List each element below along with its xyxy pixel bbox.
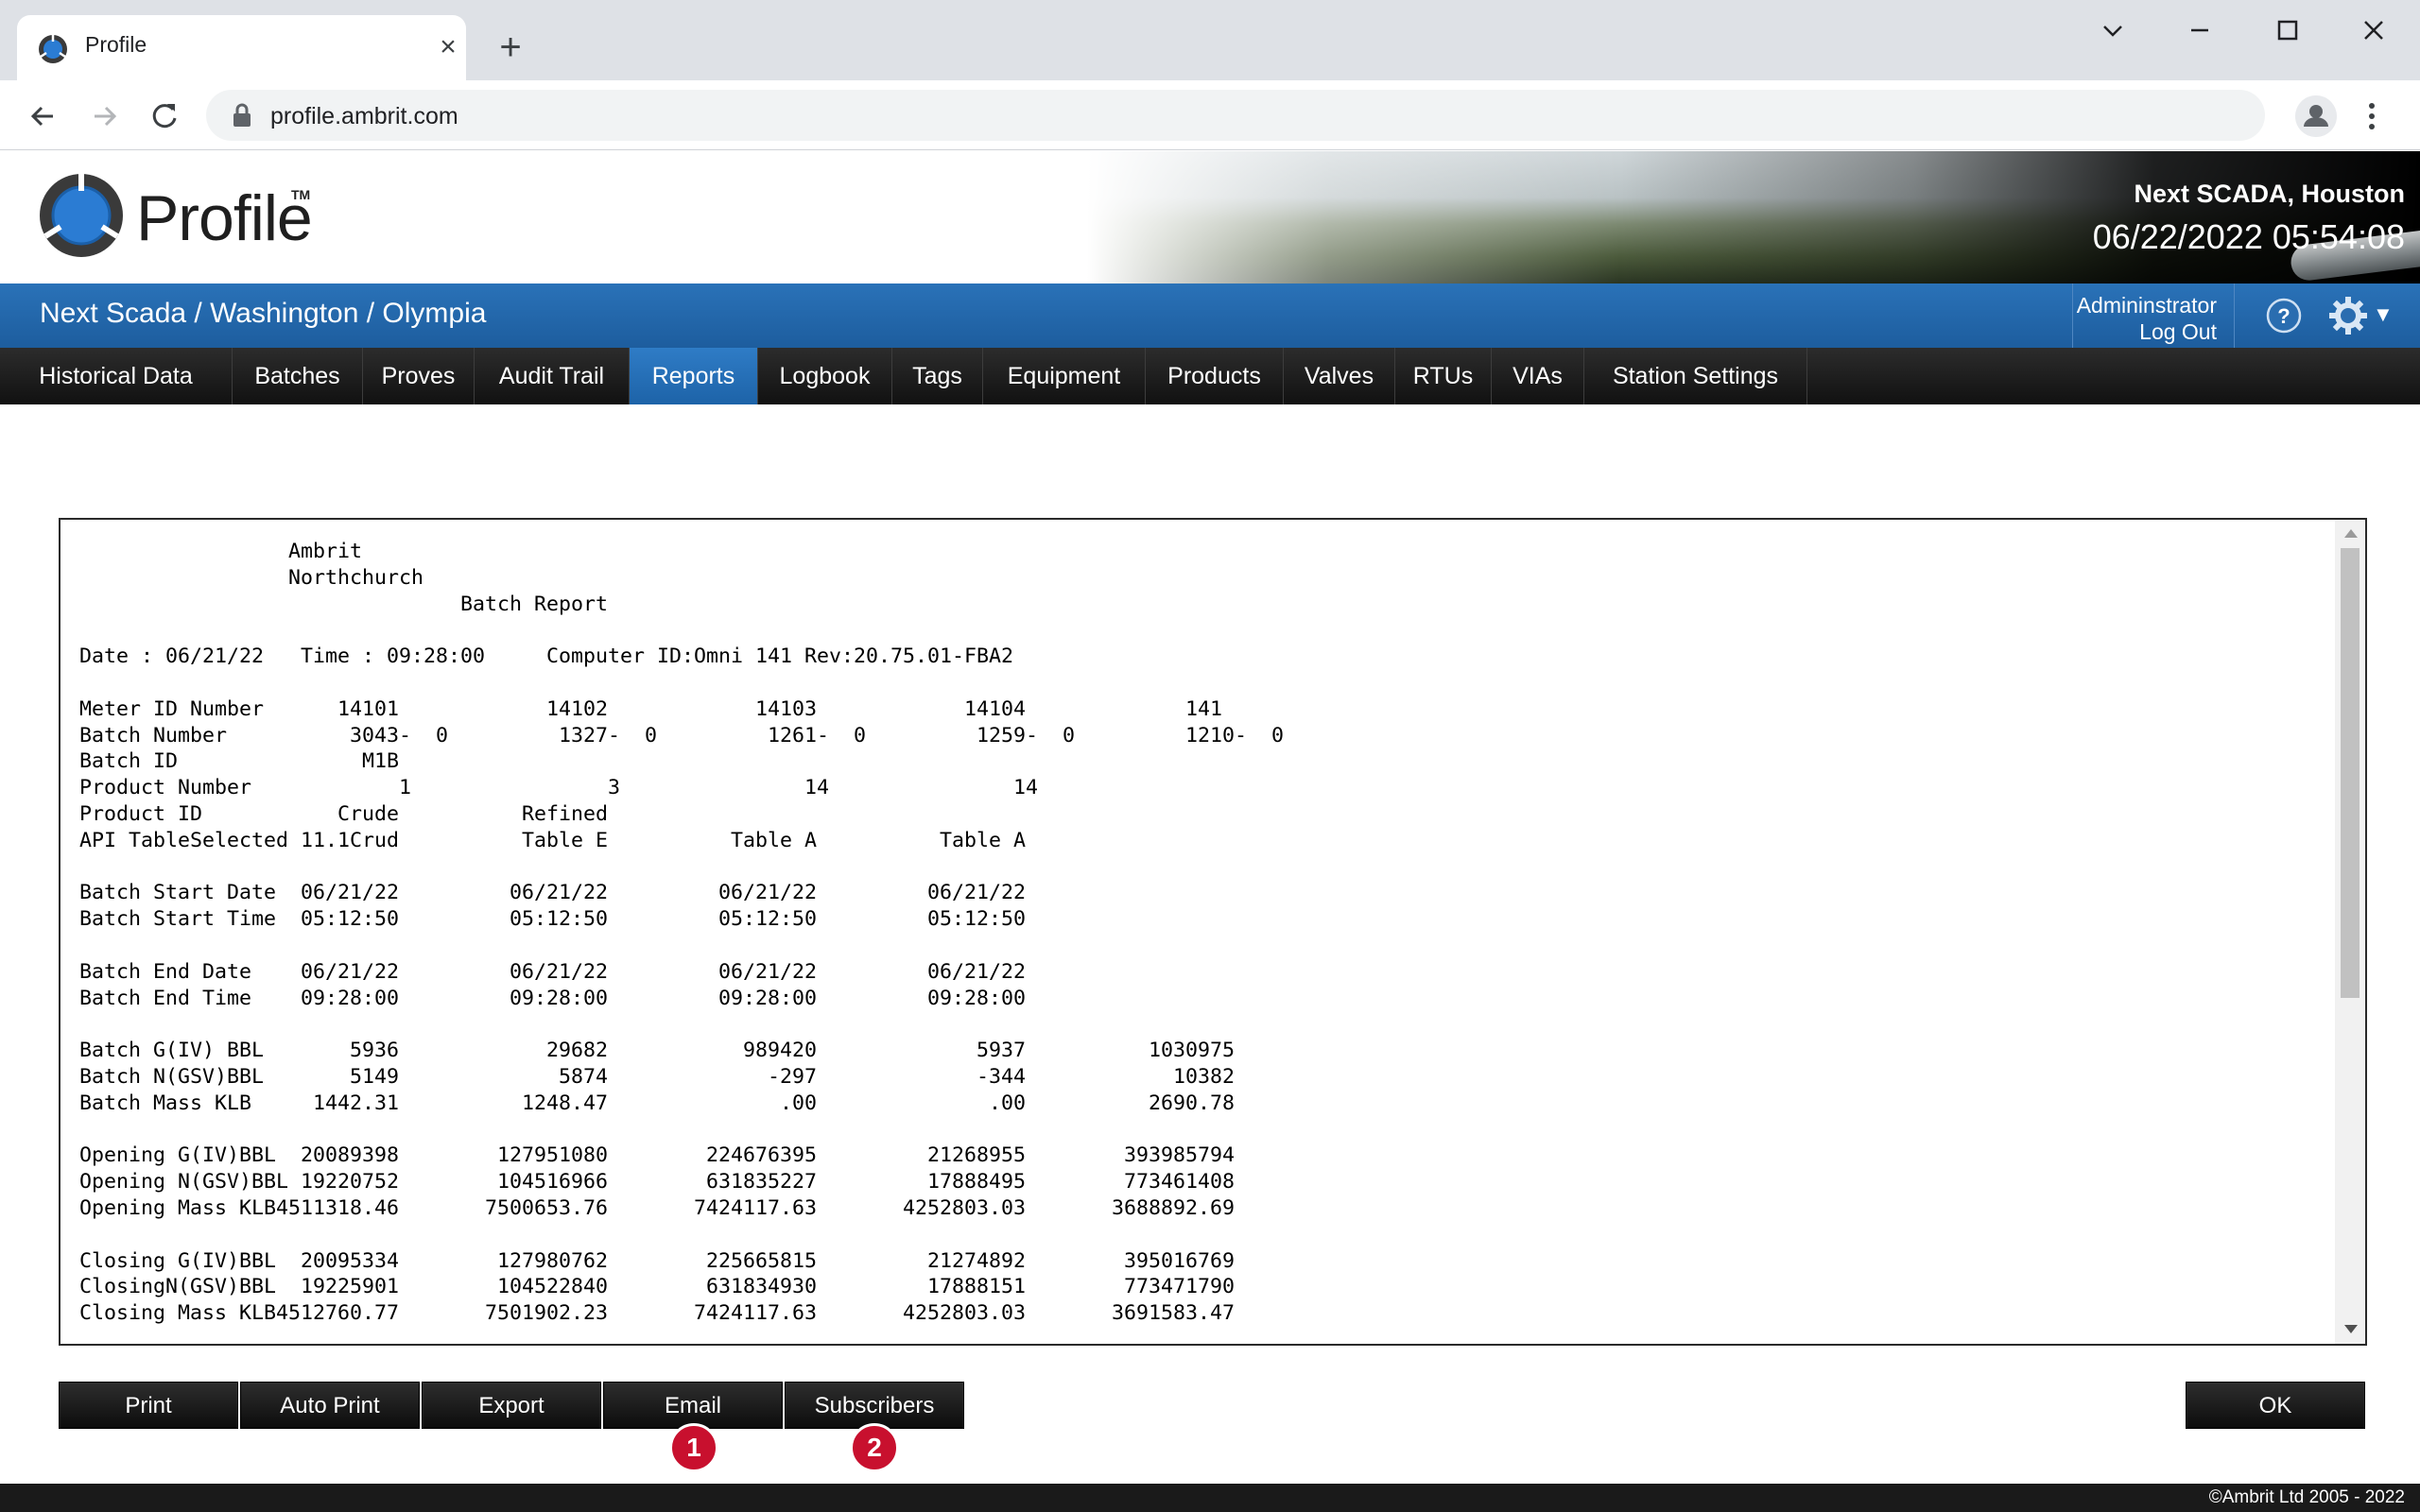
minimize-icon[interactable] [2167, 9, 2233, 51]
report-line: Product Number 1 3 14 14 [79, 776, 1039, 800]
tab-title: Profile [85, 32, 147, 57]
address-bar[interactable]: profile.ambrit.com [206, 90, 2265, 141]
report-line [79, 1011, 1284, 1038]
user-name: Admininstrator [2076, 293, 2217, 318]
report-line: Batch Start Time 05:12:50 05:12:50 05:12… [79, 907, 1027, 932]
ok-button[interactable]: OK [2186, 1382, 2365, 1429]
report-line: Batch G(IV) BBL 5936 29682 989420 5937 1… [79, 1039, 1236, 1063]
maximize-icon[interactable] [2254, 9, 2320, 51]
menu-valves[interactable]: Valves [1284, 348, 1395, 404]
site-name: Next SCADA, Houston [2134, 180, 2405, 208]
scroll-thumb[interactable] [2341, 548, 2360, 998]
export-button[interactable]: Export [422, 1382, 601, 1429]
callout-badge-2: 2 [850, 1423, 899, 1472]
report-line: Batch N(GSV)BBL 5149 5874 -297 -344 1038… [79, 1064, 1236, 1089]
account-icon[interactable] [2295, 95, 2337, 137]
footer: ©Ambrit Ltd 2005 - 2022 [0, 1484, 2420, 1512]
menu-rtus[interactable]: RTUs [1395, 348, 1492, 404]
browser-tab-strip: Profile × + [0, 0, 2420, 80]
help-icon[interactable]: ? [2265, 297, 2303, 335]
url-text: profile.ambrit.com [270, 103, 458, 129]
report-line [79, 1117, 1284, 1143]
report-line: Batch Number 3043- 0 1327- 0 1261- 0 125… [79, 723, 1285, 747]
report-line: Batch End Time 09:28:00 09:28:00 09:28:0… [79, 986, 1027, 1010]
reload-icon[interactable] [144, 95, 185, 137]
close-window-icon[interactable] [2341, 9, 2407, 51]
email-button[interactable]: Email [603, 1382, 783, 1429]
menu-equipment[interactable]: Equipment [983, 348, 1146, 404]
logo-trademark: TM [291, 187, 311, 202]
menu-reports[interactable]: Reports [630, 348, 758, 404]
tab-search-chevron-icon[interactable] [2080, 11, 2146, 53]
report-scrollbar[interactable] [2335, 520, 2365, 1344]
scroll-down-arrow-icon[interactable] [2344, 1325, 2358, 1333]
browser-toolbar: profile.ambrit.com [0, 80, 2420, 150]
menu-products[interactable]: Products [1146, 348, 1284, 404]
report-line: Batch Report [79, 592, 609, 616]
main-menu: Historical Data Batches Proves Audit Tra… [0, 348, 2420, 404]
report-line: Opening G(IV)BBL 20089398 127951080 2246… [79, 1143, 1236, 1168]
user-box: Admininstrator Log Out [2072, 284, 2235, 348]
svg-text:?: ? [2277, 304, 2290, 328]
new-tab-plus-icon[interactable]: + [490, 26, 531, 68]
report-line: Batch ID M1B [79, 749, 400, 774]
report-line: Batch End Date 06/21/22 06/21/22 06/21/2… [79, 959, 1027, 984]
report-line: Product ID Crude Refined [79, 801, 609, 826]
report-line [79, 854, 1284, 881]
batch-report-viewer[interactable]: Ambrit Northchurch Batch Report Date : 0… [59, 518, 2367, 1346]
forward-arrow-icon[interactable] [83, 95, 125, 137]
menu-logbook[interactable]: Logbook [758, 348, 892, 404]
report-line: Batch Start Date 06/21/22 06/21/22 06/21… [79, 881, 1027, 905]
close-tab-icon[interactable]: × [429, 28, 467, 66]
report-line: Northchurch [79, 565, 424, 590]
menu-historical-data[interactable]: Historical Data [0, 348, 233, 404]
report-line: ClosingN(GSV)BBL 19225901 104522840 6318… [79, 1275, 1236, 1299]
menu-tags[interactable]: Tags [892, 348, 983, 404]
profile-favicon-icon [39, 35, 67, 63]
menu-batches[interactable]: Batches [233, 348, 363, 404]
menu-vias[interactable]: VIAs [1492, 348, 1584, 404]
lock-icon [233, 103, 251, 127]
menu-station-settings[interactable]: Station Settings [1584, 348, 1807, 404]
report-line: Ambrit [79, 540, 363, 563]
report-line [79, 933, 1284, 959]
auto-print-button[interactable]: Auto Print [240, 1382, 420, 1429]
chevron-down-icon[interactable]: ▼ [2373, 302, 2394, 327]
report-line: Batch Mass KLB 1442.31 1248.47 .00 .00 2… [79, 1091, 1236, 1115]
site-datetime: 06/22/2022 05:54:08 [2092, 217, 2405, 256]
print-button[interactable]: Print [59, 1382, 238, 1429]
app-header: Profile TM Next SCADA, Houston 06/22/202… [0, 151, 2420, 284]
report-line: Meter ID Number 14101 14102 14103 14104 … [79, 696, 1223, 721]
report-line: API TableSelected 11.1Crud Table E Table… [79, 828, 1027, 852]
report-line [79, 670, 1284, 696]
report-line [79, 617, 1284, 644]
copyright: ©Ambrit Ltd 2005 - 2022 [2208, 1487, 2405, 1507]
browser-tab[interactable]: Profile × [17, 15, 466, 80]
back-arrow-icon[interactable] [23, 95, 64, 137]
callout-badge-1: 1 [669, 1423, 718, 1472]
menu-audit-trail[interactable]: Audit Trail [475, 348, 630, 404]
report-line: Closing G(IV)BBL 20095334 127980762 2256… [79, 1248, 1236, 1273]
profile-logo-icon[interactable] [38, 172, 125, 259]
breadcrumb[interactable]: Next Scada / Washington / Olympia [40, 298, 486, 330]
menu-proves[interactable]: Proves [363, 348, 475, 404]
report-line: Date : 06/21/22 Time : 09:28:00 Computer… [79, 644, 1014, 669]
report-line: Closing Mass KLB4512760.77 7501902.23 74… [79, 1301, 1236, 1326]
kebab-menu-icon[interactable] [2358, 95, 2386, 137]
subscribers-button[interactable]: Subscribers [785, 1382, 964, 1429]
location-bar: Next Scada / Washington / Olympia Admini… [0, 284, 2420, 348]
logout-link[interactable]: Log Out [2139, 319, 2217, 345]
report-line: Opening N(GSV)BBL 19220752 104516966 631… [79, 1170, 1236, 1194]
scroll-up-arrow-icon[interactable] [2344, 529, 2358, 538]
report-line: Opening Mass KLB4511318.46 7500653.76 74… [79, 1195, 1236, 1220]
report-line [79, 1222, 1284, 1248]
batch-report-text: Ambrit Northchurch Batch Report Date : 0… [79, 539, 1284, 1327]
logo-wordmark: Profile [136, 182, 313, 254]
gear-icon[interactable] [2327, 295, 2369, 336]
